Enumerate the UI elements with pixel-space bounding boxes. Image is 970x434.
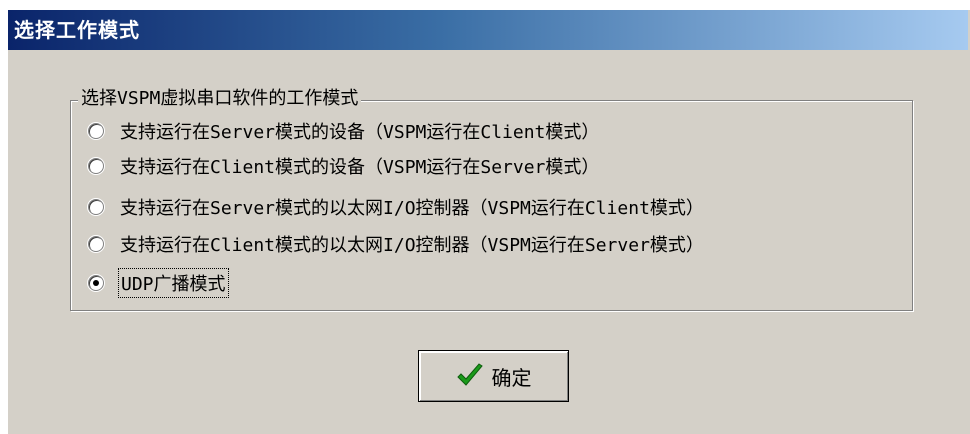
radio-option-label: 支持运行在Client模式的以太网I/O控制器（VSPM运行在Server模式） xyxy=(120,235,704,256)
radio-option-label: UDP广播模式 xyxy=(118,268,229,298)
green-checkmark-icon xyxy=(456,363,483,386)
radio-button-selected[interactable] xyxy=(88,275,104,291)
ok-button[interactable]: 确定 xyxy=(418,350,569,402)
radio-option-client-io-controller[interactable]: 支持运行在Client模式的以太网I/O控制器（VSPM运行在Server模式） xyxy=(88,231,704,257)
radio-option-label: 支持运行在Client模式的设备（VSPM运行在Server模式） xyxy=(120,157,600,178)
radio-option-label: 支持运行在Server模式的设备（VSPM运行在Client模式） xyxy=(120,122,600,143)
dialog-window: 选择工作模式 选择VSPM虚拟串口软件的工作模式 支持运行在Server模式的设… xyxy=(0,0,970,434)
radio-button[interactable] xyxy=(88,123,104,139)
radio-option-server-io-controller[interactable]: 支持运行在Server模式的以太网I/O控制器（VSPM运行在Client模式） xyxy=(88,194,704,220)
title-bar[interactable]: 选择工作模式 xyxy=(8,10,968,50)
radio-option-client-device[interactable]: 支持运行在Client模式的设备（VSPM运行在Server模式） xyxy=(88,153,599,179)
groupbox-legend: 选择VSPM虚拟串口软件的工作模式 xyxy=(78,88,362,110)
ok-button-content: 确定 xyxy=(456,362,532,391)
radio-option-label: 支持运行在Server模式的以太网I/O控制器（VSPM运行在Client模式） xyxy=(120,198,704,219)
left-margin xyxy=(0,0,8,434)
radio-button[interactable] xyxy=(88,236,104,252)
radio-option-server-device[interactable]: 支持运行在Server模式的设备（VSPM运行在Client模式） xyxy=(88,118,599,144)
radio-option-udp-broadcast[interactable]: UDP广播模式 xyxy=(88,268,229,298)
window-title: 选择工作模式 xyxy=(14,18,140,42)
radio-button[interactable] xyxy=(88,199,104,215)
top-margin xyxy=(0,0,970,10)
ok-button-label: 确定 xyxy=(491,365,532,390)
radio-button[interactable] xyxy=(88,158,104,174)
